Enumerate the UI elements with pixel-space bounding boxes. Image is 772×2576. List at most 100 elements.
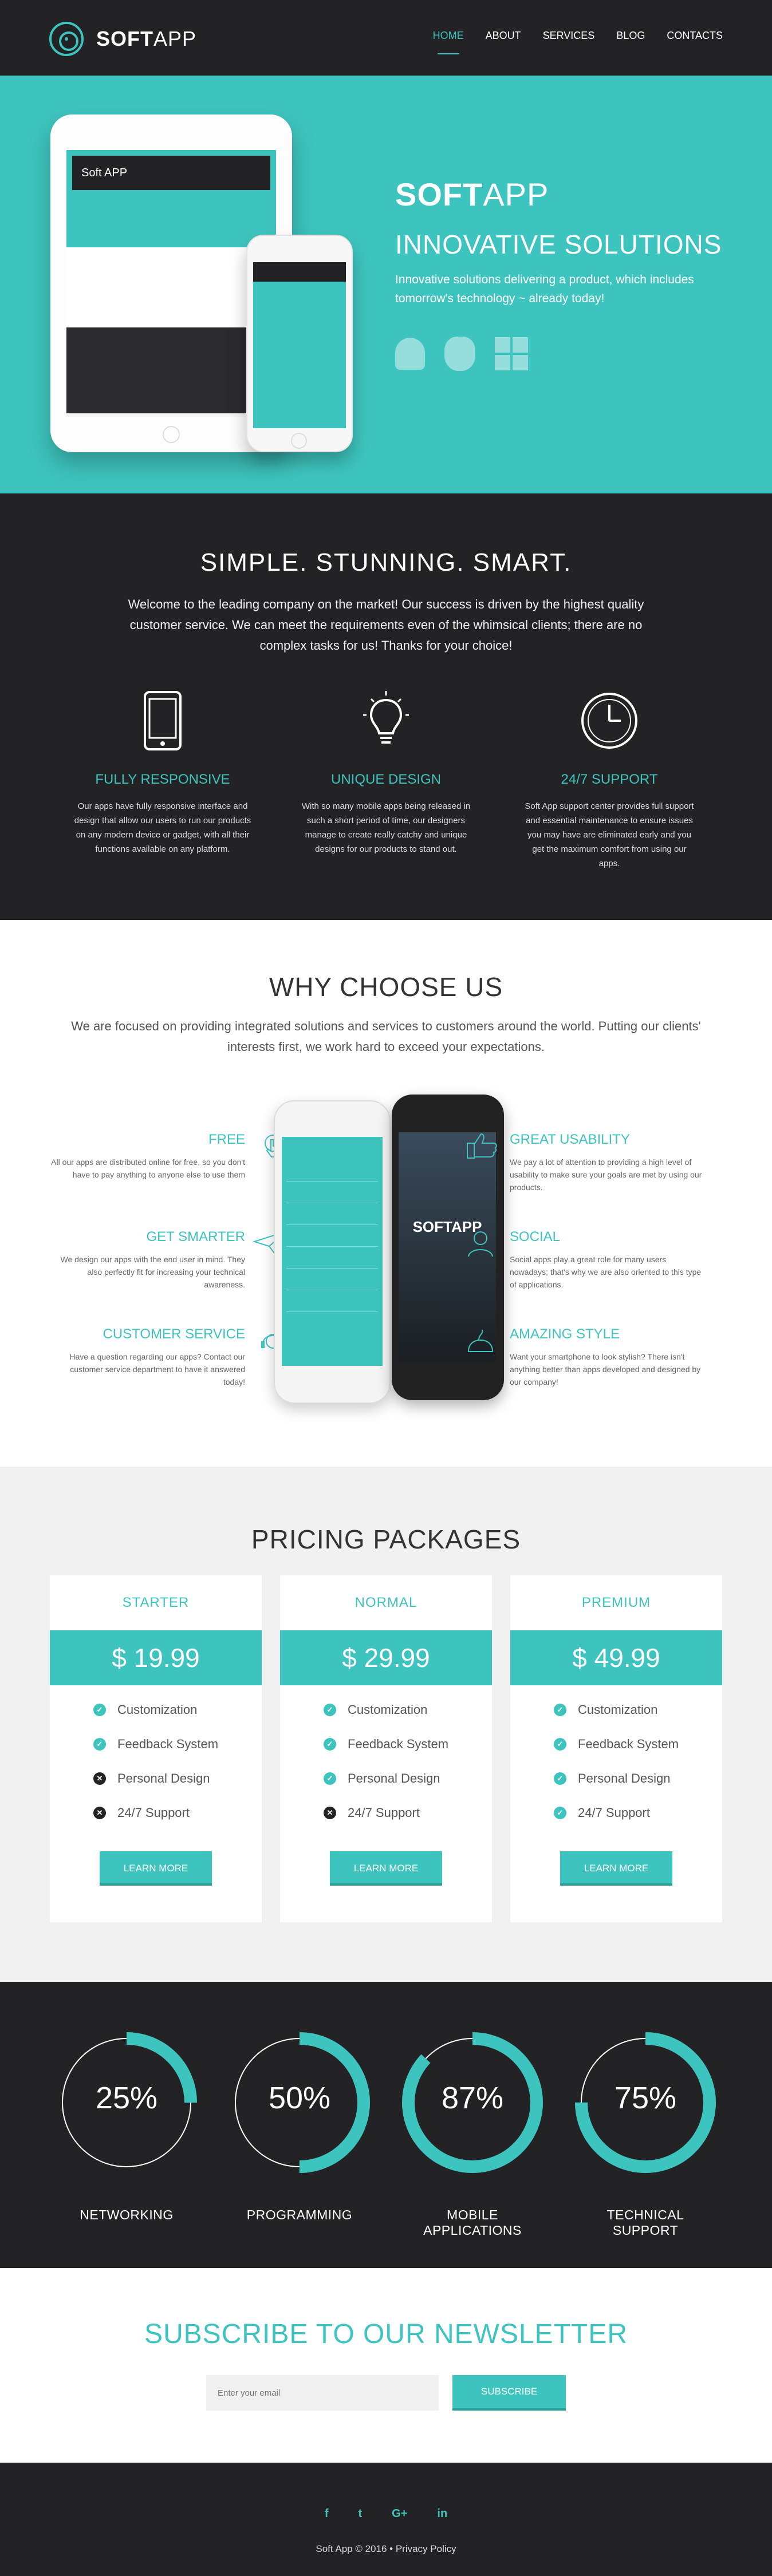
plan-feature-label: Customization bbox=[578, 1702, 658, 1717]
simple-title: SIMPLE. STUNNING. SMART. bbox=[200, 548, 572, 576]
learn-more-button[interactable]: LEARN MORE bbox=[560, 1851, 672, 1886]
pricing-plan-premium: PREMIUM $ 49.99 ✓ Customization ✓ Feedback Sy… bbox=[510, 1575, 722, 1922]
feature-title: FULLY RESPONSIVE bbox=[95, 772, 230, 787]
stat-label: NETWORKING bbox=[80, 2207, 174, 2222]
nav-services[interactable]: SERVICES bbox=[543, 30, 595, 54]
nav-contacts[interactable]: CONTACTS bbox=[667, 30, 723, 54]
stat-label: TECHNICAL SUPPORT bbox=[606, 2207, 684, 2238]
why-item-title: GET SMARTER bbox=[146, 1229, 245, 1244]
phone-mockup bbox=[246, 235, 353, 452]
plan-feature: ✓ 24/7 Support bbox=[554, 1804, 722, 1839]
why-intro: We are focused on providing integrated s… bbox=[71, 1019, 701, 1054]
why-item-title: GREAT USABILITY bbox=[510, 1132, 630, 1147]
check-icon: ✓ bbox=[554, 1738, 566, 1751]
plan-feature-label: Feedback System bbox=[348, 1737, 449, 1751]
why-item-customer-service: CUSTOMER SERVICE Have a question regardi… bbox=[50, 1326, 285, 1424]
plan-feature: ✓ Customization bbox=[324, 1701, 492, 1736]
plan-feature-label: Customization bbox=[348, 1702, 428, 1717]
cake-icon bbox=[466, 1326, 495, 1355]
apple-icon[interactable] bbox=[444, 337, 475, 371]
pricing-plan-starter: STARTER $ 19.99 ✓ Customization ✓ Feedback Sy… bbox=[50, 1575, 262, 1922]
why-item-free: FREE All our apps are distributed online… bbox=[50, 1132, 282, 1229]
why-item-title: CUSTOMER SERVICE bbox=[103, 1326, 246, 1342]
stat-technical-support: 75% TECHNICAL SUPPORT bbox=[574, 2031, 717, 2238]
stat-value: 25% bbox=[95, 2081, 158, 2115]
thumbs-up-icon bbox=[466, 1132, 498, 1160]
plan-feature-label: Feedback System bbox=[117, 1737, 219, 1751]
plan-feature: ✕ 24/7 Support bbox=[324, 1804, 492, 1839]
plan-feature-label: 24/7 Support bbox=[348, 1805, 420, 1820]
feature-fully-responsive: FULLY RESPONSIVE Our apps have fully res… bbox=[74, 689, 251, 871]
why-item-title: FREE bbox=[208, 1132, 245, 1147]
stat-programming: 50% PROGRAMMING bbox=[228, 2031, 371, 2238]
progress-ring: 25% bbox=[55, 2031, 198, 2174]
check-icon: ✓ bbox=[554, 1772, 566, 1785]
feature-title: UNIQUE DESIGN bbox=[330, 772, 442, 787]
stat-mobile-applications: 87% MOBILE APPLICATIONS bbox=[401, 2031, 544, 2238]
plan-feature-label: Personal Design bbox=[348, 1771, 440, 1785]
pricing-plan-normal: NORMAL $ 29.99 ✓ Customization ✓ Feedback Sys… bbox=[280, 1575, 492, 1922]
nav-home[interactable]: HOME bbox=[433, 30, 464, 54]
plan-feature-label: 24/7 Support bbox=[117, 1805, 190, 1820]
google-plus-icon[interactable]: G+ bbox=[392, 2507, 407, 2520]
logo-brand-bold: SOFT bbox=[96, 27, 153, 50]
android-icon[interactable] bbox=[395, 338, 425, 370]
copyright: Soft App © 2016 • Privacy Policy bbox=[316, 2543, 456, 2554]
check-icon: ✓ bbox=[93, 1738, 106, 1751]
email-input[interactable] bbox=[206, 2375, 439, 2411]
why-title: WHY CHOOSE US bbox=[269, 972, 503, 1002]
plan-feature: ✕ Personal Design bbox=[93, 1770, 262, 1804]
check-icon: ✓ bbox=[554, 1807, 566, 1819]
why-item-amazing-style: AMAZING STYLE Want your smartphone to lo… bbox=[467, 1326, 704, 1424]
plan-name: NORMAL bbox=[355, 1595, 417, 1610]
nav-blog[interactable]: BLOG bbox=[616, 30, 645, 54]
learn-more-button[interactable]: LEARN MORE bbox=[100, 1851, 212, 1886]
tablet-screen-brand: Soft APP bbox=[81, 166, 128, 179]
learn-more-button[interactable]: LEARN MORE bbox=[330, 1851, 442, 1886]
stat-value: 50% bbox=[268, 2081, 331, 2115]
nav-about[interactable]: ABOUT bbox=[486, 30, 521, 54]
plan-name: PREMIUM bbox=[581, 1595, 651, 1610]
stat-value: 87% bbox=[441, 2081, 504, 2115]
stat-label: MOBILE APPLICATIONS bbox=[423, 2207, 522, 2238]
plan-feature-label: 24/7 Support bbox=[578, 1805, 650, 1820]
progress-ring: 75% bbox=[574, 2031, 717, 2174]
subscribe-button[interactable]: SUBSCRIBE bbox=[452, 2375, 566, 2411]
check-icon: ✓ bbox=[324, 1738, 336, 1751]
linkedin-icon[interactable]: in bbox=[437, 2507, 447, 2520]
newsletter-form: SUBSCRIBE bbox=[0, 2375, 772, 2411]
feature-title: 24/7 SUPPORT bbox=[561, 772, 658, 787]
why-item-title: AMAZING STYLE bbox=[510, 1326, 620, 1342]
feature-unique-design: UNIQUE DESIGN With so many mobile apps b… bbox=[297, 689, 475, 871]
twitter-icon[interactable]: t bbox=[358, 2507, 362, 2520]
plan-feature: ✓ Feedback System bbox=[554, 1736, 722, 1770]
check-icon: ✓ bbox=[324, 1772, 336, 1785]
stat-label: PROGRAMMING bbox=[246, 2207, 353, 2222]
why-item-title: SOCIAL bbox=[510, 1229, 561, 1244]
plan-feature: ✓ Customization bbox=[93, 1701, 262, 1736]
why-item-text: Have a question regarding our apps? Cont… bbox=[69, 1352, 245, 1386]
plan-feature: ✓ Feedback System bbox=[93, 1736, 262, 1770]
site-footer: f t G+ in Soft App © 2016 • Privacy Policy bbox=[0, 2463, 772, 2576]
why-item-text: Social apps play a great role for many u… bbox=[510, 1255, 702, 1289]
cross-icon: ✕ bbox=[324, 1807, 336, 1819]
hero-brand: SOFTAPP bbox=[395, 176, 549, 212]
why-section: WHY CHOOSE US We are focused on providin… bbox=[0, 920, 772, 1467]
logo[interactable]: SOFTAPP bbox=[49, 22, 196, 56]
simple-section: SIMPLE. STUNNING. SMART. Welcome to the … bbox=[0, 493, 772, 920]
hero-description: Innovative solutions delivering a produc… bbox=[395, 273, 694, 305]
plan-feature-label: Personal Design bbox=[578, 1771, 671, 1785]
lightbulb-icon bbox=[297, 689, 475, 752]
platform-icons bbox=[395, 337, 722, 371]
windows-icon[interactable] bbox=[495, 337, 528, 370]
facebook-icon[interactable]: f bbox=[325, 2507, 329, 2520]
clock-icon bbox=[521, 689, 698, 752]
user-icon bbox=[466, 1229, 495, 1258]
why-item-text: All our apps are distributed online for … bbox=[51, 1157, 245, 1179]
logo-icon bbox=[49, 22, 84, 56]
stats-section: 25% NETWORKING 50% PROGRAMMING 87% MOBILE APP… bbox=[0, 1982, 772, 2268]
why-item-text: Want your smartphone to look stylish? Th… bbox=[510, 1352, 701, 1386]
check-icon: ✓ bbox=[93, 1704, 106, 1716]
main-nav: HOME ABOUT SERVICES BLOG CONTACTS bbox=[433, 30, 723, 54]
why-item-great-usability: GREAT USABILITY We pay a lot of attentio… bbox=[467, 1132, 704, 1229]
